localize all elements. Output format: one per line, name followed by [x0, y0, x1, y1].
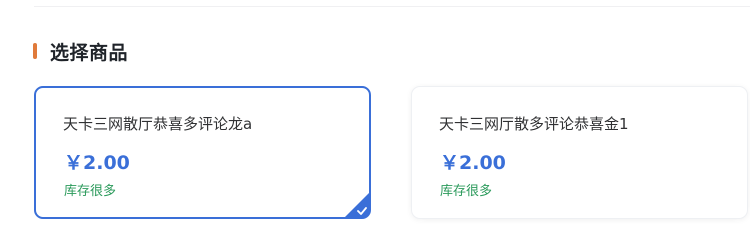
product-card-1[interactable]: 天卡三网散厅恭喜多评论龙a ￥2.00 库存很多 — [34, 86, 371, 219]
selected-badge — [344, 192, 370, 218]
product-price: ￥2.00 — [64, 152, 130, 174]
product-name: 天卡三网散厅恭喜多评论龙a — [63, 115, 253, 133]
product-card-2[interactable]: 天卡三网厅散多评论恭喜金1 ￥2.00 库存很多 — [411, 86, 748, 219]
product-price: ￥2.00 — [440, 152, 506, 174]
section-header: 选择商品 — [33, 38, 128, 64]
check-icon — [357, 207, 367, 215]
section-accent-bar — [33, 43, 37, 59]
product-stock: 库存很多 — [64, 184, 117, 199]
section-title: 选择商品 — [50, 41, 129, 64]
top-divider — [34, 6, 750, 7]
product-name: 天卡三网厅散多评论恭喜金1 — [439, 115, 629, 133]
product-stock: 库存很多 — [440, 184, 493, 199]
